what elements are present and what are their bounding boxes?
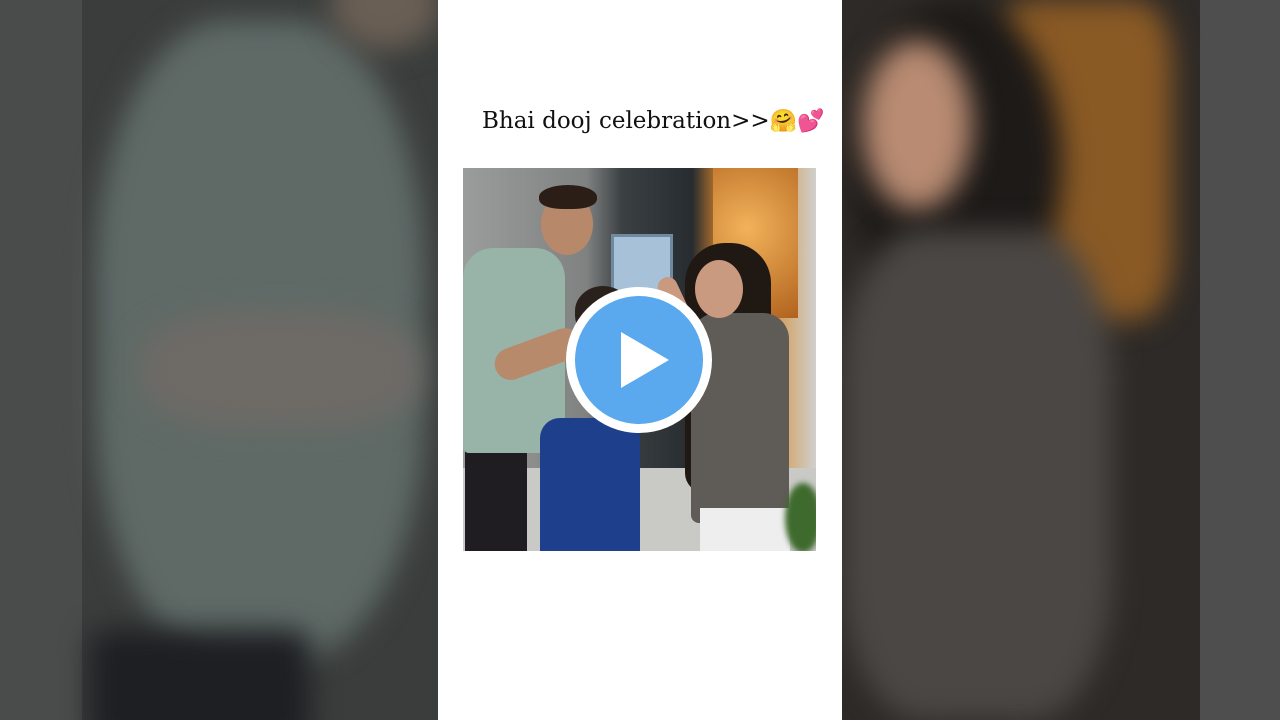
blurred-backdrop-left [0,0,438,720]
video-card[interactable]: Bhai dooj celebration>>🤗💕 [438,0,842,720]
backdrop-edge-right [1200,0,1280,720]
child-shirt [540,418,640,551]
thumbnail-plant [785,483,816,551]
caption-text: Bhai dooj celebration>> [482,108,770,134]
backdrop-face-shape [862,40,972,210]
man-hair [539,185,597,209]
hugging-face-emoji: 🤗 [769,109,798,134]
backdrop-legs-shape [90,630,310,720]
play-button[interactable] [566,287,712,433]
video-caption: Bhai dooj celebration>>🤗💕 [482,108,824,134]
play-button-circle [575,296,703,424]
man-legs [465,443,527,551]
play-icon [621,332,669,388]
backdrop-shirt-shape [842,230,1112,720]
blurred-backdrop-right [842,0,1280,720]
woman-face [695,260,743,318]
two-hearts-emoji: 💕 [797,109,825,134]
backdrop-edge-left [0,0,82,720]
woman-trousers [700,508,790,551]
backdrop-arm-shape [140,310,420,430]
